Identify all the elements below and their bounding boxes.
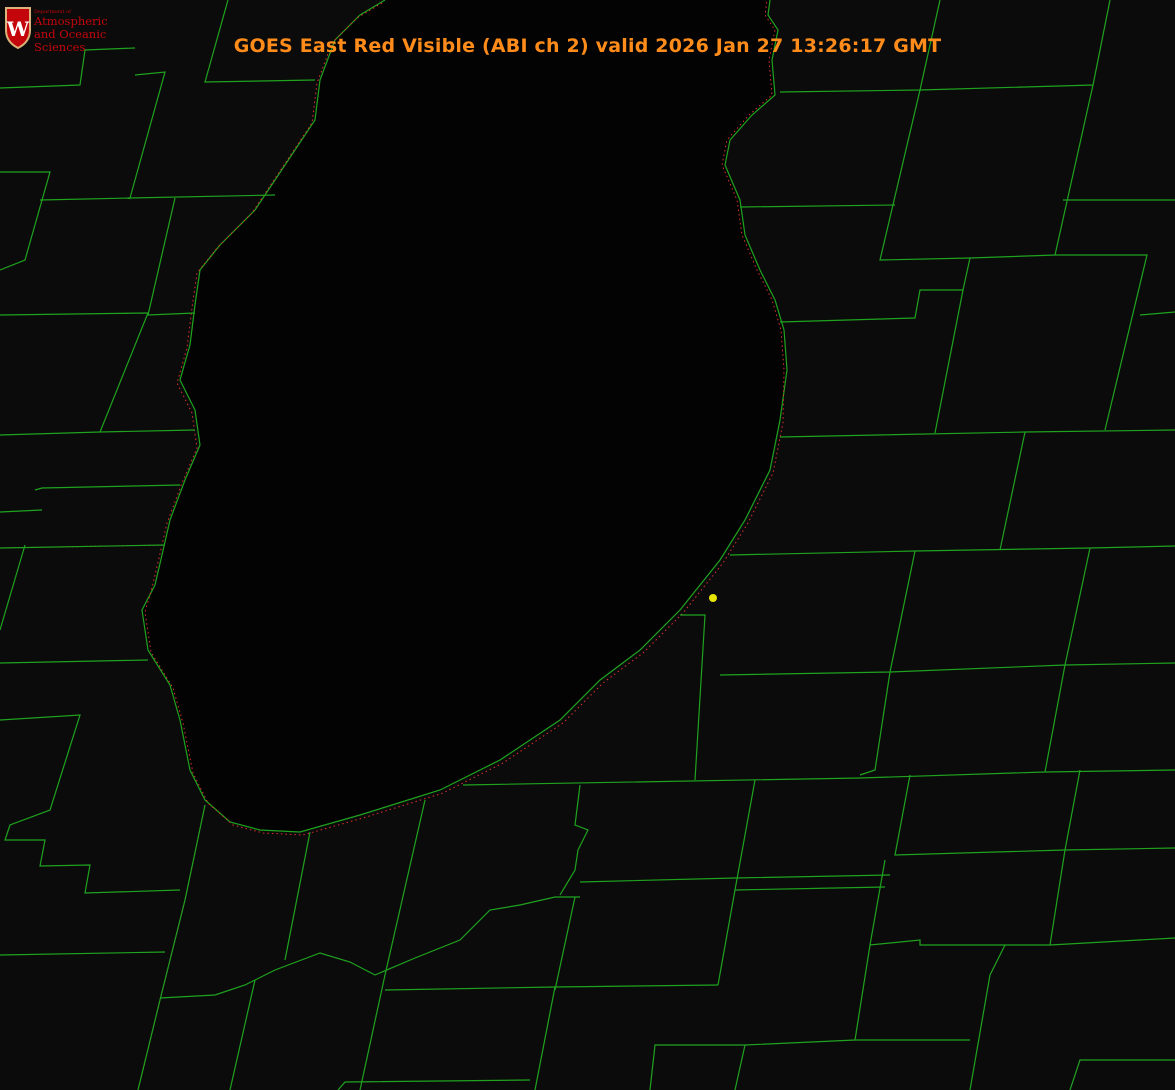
image-title: GOES East Red Visible (ABI ch 2) valid 2… <box>233 35 942 57</box>
satellite-map <box>0 0 1175 1090</box>
location-marker <box>709 594 717 602</box>
